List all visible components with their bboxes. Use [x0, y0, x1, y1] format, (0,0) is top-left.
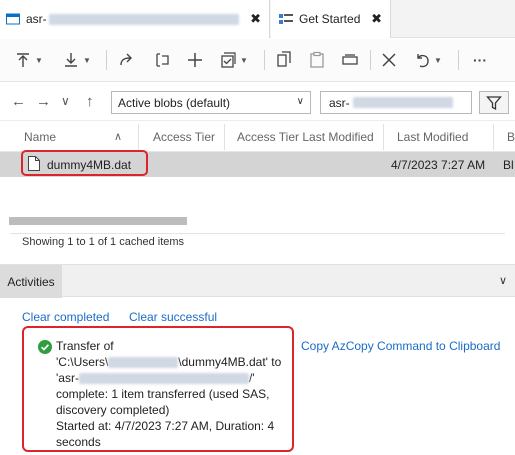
tab-title: Get Started	[299, 12, 361, 26]
path-input-value: asr-	[329, 95, 350, 110]
activity-text-line: 'asr- /'	[56, 371, 255, 385]
redacted-text	[48, 13, 239, 25]
success-check-icon	[38, 340, 52, 354]
toolbar-divider	[264, 50, 265, 70]
activity-text-line: complete: 1 item transferred (used SAS,	[56, 387, 270, 401]
view-select-value: Active blobs (default)	[118, 95, 231, 110]
divider	[10, 233, 505, 234]
activity-text-segment: 'asr-	[56, 371, 79, 385]
paste-button[interactable]	[306, 48, 328, 72]
get-started-icon	[279, 13, 293, 25]
new-folder-button[interactable]	[184, 48, 206, 72]
forward-icon[interactable]: →	[36, 93, 51, 110]
table-header: Name ∧ Access Tier Access Tier Last Modi…	[0, 122, 515, 152]
activity-text-line: 'C:\Users\ \dummy4MB.dat' to	[56, 355, 281, 369]
back-icon[interactable]: ←	[11, 93, 26, 110]
clear-completed-link[interactable]: Clear completed	[22, 310, 109, 324]
up-icon[interactable]: ↑	[86, 93, 94, 110]
recent-locations-icon[interactable]: ∨	[61, 94, 70, 108]
horizontal-scrollbar[interactable]	[9, 217, 187, 225]
filter-icon	[486, 95, 502, 110]
chevron-down-icon: ▼	[240, 55, 248, 65]
more-button[interactable]: ···	[469, 48, 491, 72]
redacted-text	[108, 357, 179, 369]
tab-get-started[interactable]: Get Started ✖	[271, 0, 391, 38]
clone-icon	[342, 54, 358, 65]
download-button[interactable]: ▼	[62, 48, 91, 72]
activities-header: Activities ∨	[0, 264, 515, 298]
redacted-text	[78, 373, 249, 385]
paste-icon	[310, 51, 324, 68]
chevron-down-icon: ∨	[296, 96, 304, 107]
filter-button[interactable]	[479, 91, 509, 114]
sort-ascending-icon[interactable]: ∧	[114, 130, 122, 143]
copy-azcopy-command-link[interactable]: Copy AzCopy Command to Clipboard	[301, 339, 500, 353]
chevron-down-icon: ▼	[83, 55, 91, 65]
download-icon	[65, 53, 77, 67]
chevron-down-icon: ▼	[434, 55, 442, 65]
column-header-name[interactable]: Name	[24, 130, 56, 144]
toolbar-divider	[458, 50, 459, 70]
upload-button[interactable]: ▼	[14, 48, 43, 72]
tab-bar: asr- ✖ Get Started ✖	[0, 0, 515, 38]
delete-button[interactable]	[378, 48, 400, 72]
copy-icon	[277, 51, 291, 67]
activity-text-segment: 'C:\Users\	[56, 355, 109, 369]
column-divider	[493, 124, 494, 150]
rename-button[interactable]	[151, 48, 173, 72]
path-input[interactable]: asr-	[320, 91, 472, 114]
open-icon	[120, 53, 132, 66]
select-all-button[interactable]: ▼	[219, 48, 248, 72]
select-all-icon	[221, 52, 236, 68]
activity-text-line: seconds	[56, 435, 101, 449]
tab-storage-container[interactable]: asr- ✖	[0, 0, 270, 38]
column-divider	[224, 124, 225, 150]
activity-text-segment: \dummy4MB.dat' to	[178, 355, 282, 369]
file-highlight-annotation	[21, 150, 148, 176]
copy-button[interactable]	[273, 48, 295, 72]
blob-type-cell: Bl	[503, 158, 514, 172]
close-icon[interactable]: ✖	[371, 11, 382, 27]
toolbar-divider	[370, 50, 371, 70]
tab-title: asr-	[26, 12, 47, 26]
toolbar-divider	[106, 50, 107, 70]
undo-button[interactable]: ▼	[413, 48, 442, 72]
column-header-access-tier[interactable]: Access Tier	[153, 130, 215, 144]
container-icon	[6, 13, 20, 25]
upload-icon	[17, 53, 29, 67]
last-modified-cell: 4/7/2023 7:27 AM	[391, 158, 486, 172]
collapse-icon[interactable]: ∨	[499, 274, 507, 287]
tab-activities[interactable]: Activities	[0, 265, 62, 298]
clone-button[interactable]	[339, 48, 361, 72]
rename-icon	[156, 53, 169, 67]
activity-text-segment: /'	[248, 371, 255, 385]
navigation-bar: ← → ∨ ↑ Active blobs (default) ∨ asr-	[0, 83, 515, 121]
column-header-blob-type[interactable]: B	[507, 130, 515, 144]
activity-text-line: Transfer of	[56, 339, 114, 353]
new-folder-icon	[188, 53, 202, 67]
column-header-last-modified[interactable]: Last Modified	[397, 130, 468, 144]
view-select[interactable]: Active blobs (default) ∨	[111, 91, 311, 114]
column-divider	[383, 124, 384, 150]
chevron-down-icon: ▼	[35, 55, 43, 65]
status-text: Showing 1 to 1 of 1 cached items	[22, 236, 185, 248]
activity-text-line: discovery completed)	[56, 403, 170, 417]
column-header-access-tier-last-modified[interactable]: Access Tier Last Modified	[237, 130, 374, 144]
delete-icon	[382, 53, 396, 67]
column-divider	[138, 124, 139, 150]
clear-successful-link[interactable]: Clear successful	[129, 310, 217, 324]
toolbar: ▼ ▼ ▼ ▼ ···	[0, 39, 515, 82]
close-icon[interactable]: ✖	[250, 11, 261, 27]
redacted-text	[352, 97, 453, 108]
open-button[interactable]	[116, 48, 138, 72]
undo-icon	[417, 54, 429, 68]
activity-text-line: Started at: 4/7/2023 7:27 AM, Duration: …	[56, 419, 275, 433]
